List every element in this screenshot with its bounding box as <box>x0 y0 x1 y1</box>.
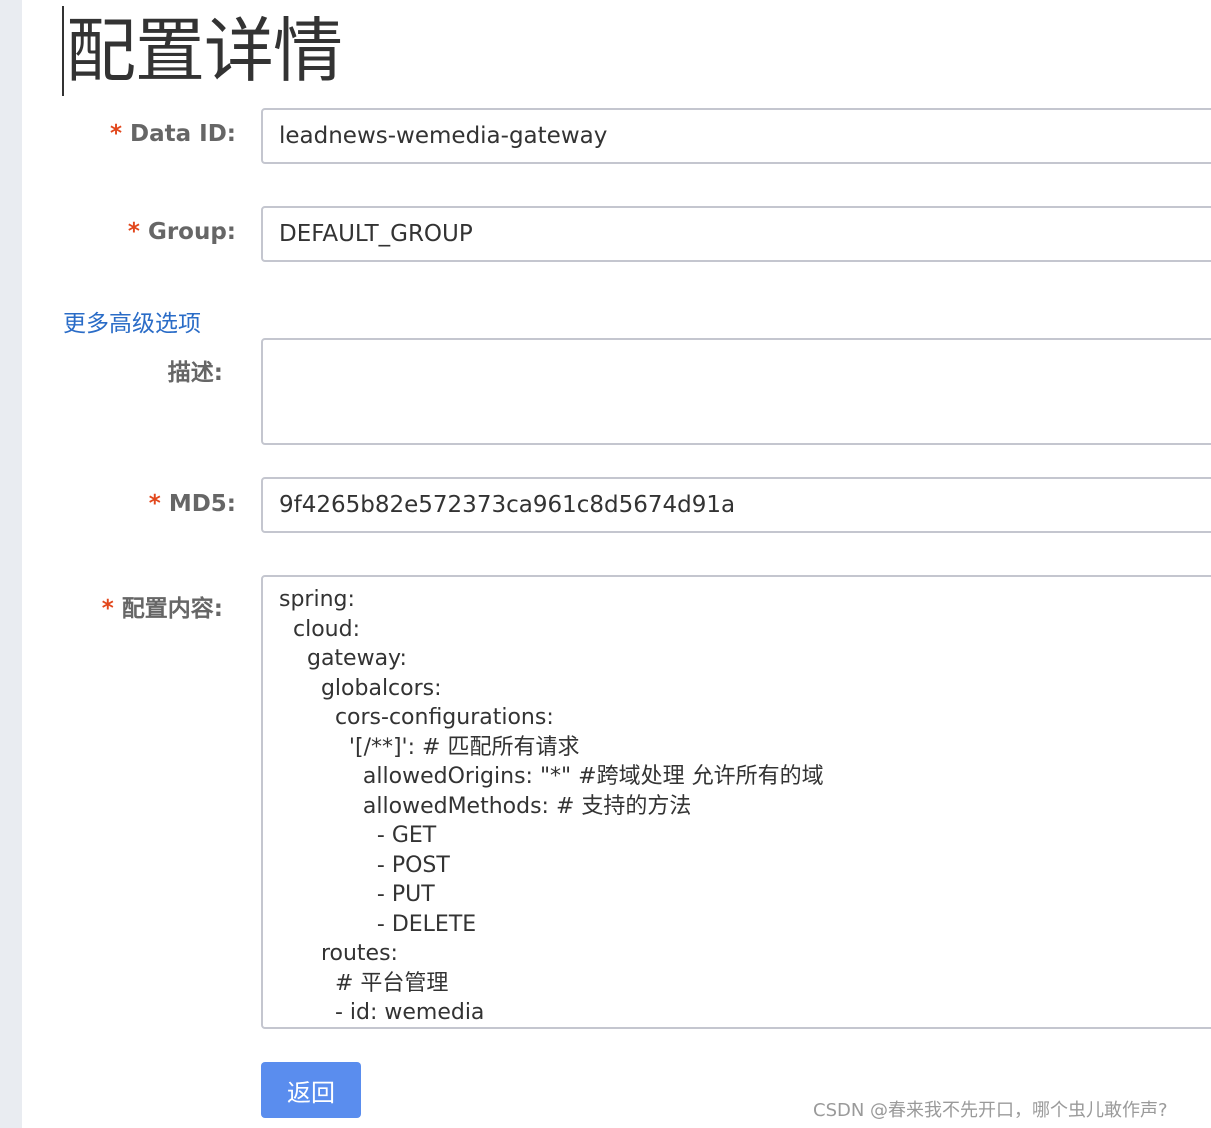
code-line: # 平台管理 <box>279 970 449 996</box>
group-field[interactable]: DEFAULT_GROUP <box>261 206 1211 262</box>
group-label-text: Group: <box>147 219 236 245</box>
group-label: * Group: <box>128 219 236 245</box>
code-line: - POST <box>279 852 450 878</box>
code-line: - DELETE <box>279 911 477 937</box>
code-line: cloud: <box>279 616 360 642</box>
data-id-field[interactable]: leadnews-wemedia-gateway <box>261 108 1211 164</box>
md5-label: * MD5: <box>149 491 236 517</box>
description-field[interactable] <box>261 338 1211 445</box>
code-line: globalcors: <box>279 675 442 701</box>
content-label: * 配置内容: <box>102 589 223 623</box>
code-line: allowedOrigins: "*" #跨域处理 允许所有的域 <box>279 764 824 789</box>
required-mark: * <box>127 219 140 245</box>
watermark: CSDN @春来我不先开口，哪个虫儿敢作声? <box>813 1100 1168 1121</box>
code-line: allowedMethods: # 支持的方法 <box>279 793 692 819</box>
code-line: - PUT <box>279 882 435 907</box>
code-line: gateway: <box>279 646 407 671</box>
code-line: '[/**]': # 匹配所有请求 <box>279 734 580 760</box>
required-mark: * <box>109 121 123 147</box>
content-label-text: 配置内容: <box>121 596 223 622</box>
required-mark: * <box>148 491 161 517</box>
data-id-label: * Data ID: <box>110 121 236 147</box>
description-label: 描述: <box>167 360 223 386</box>
data-id-label-text: Data ID: <box>130 121 236 147</box>
required-mark: * <box>101 596 114 622</box>
code-line: spring: <box>279 587 355 612</box>
code-line: - GET <box>279 823 437 848</box>
code-line: routes: <box>279 941 398 966</box>
content-editor[interactable]: spring: cloud: gateway: globalcors: cors… <box>261 575 1211 1029</box>
md5-field[interactable]: 9f4265b82e572373ca961c8d5674d91a <box>261 477 1211 533</box>
page-title: 配置详情 <box>62 6 343 96</box>
back-button[interactable]: 返回 <box>261 1062 361 1118</box>
left-sidebar-strip <box>0 0 22 1128</box>
md5-label-text: MD5: <box>168 491 236 517</box>
code-line: - id: wemedia <box>279 1000 485 1025</box>
advanced-options-link[interactable]: 更多高级选项 <box>63 304 201 338</box>
code-line: cors-configurations: <box>279 705 554 730</box>
